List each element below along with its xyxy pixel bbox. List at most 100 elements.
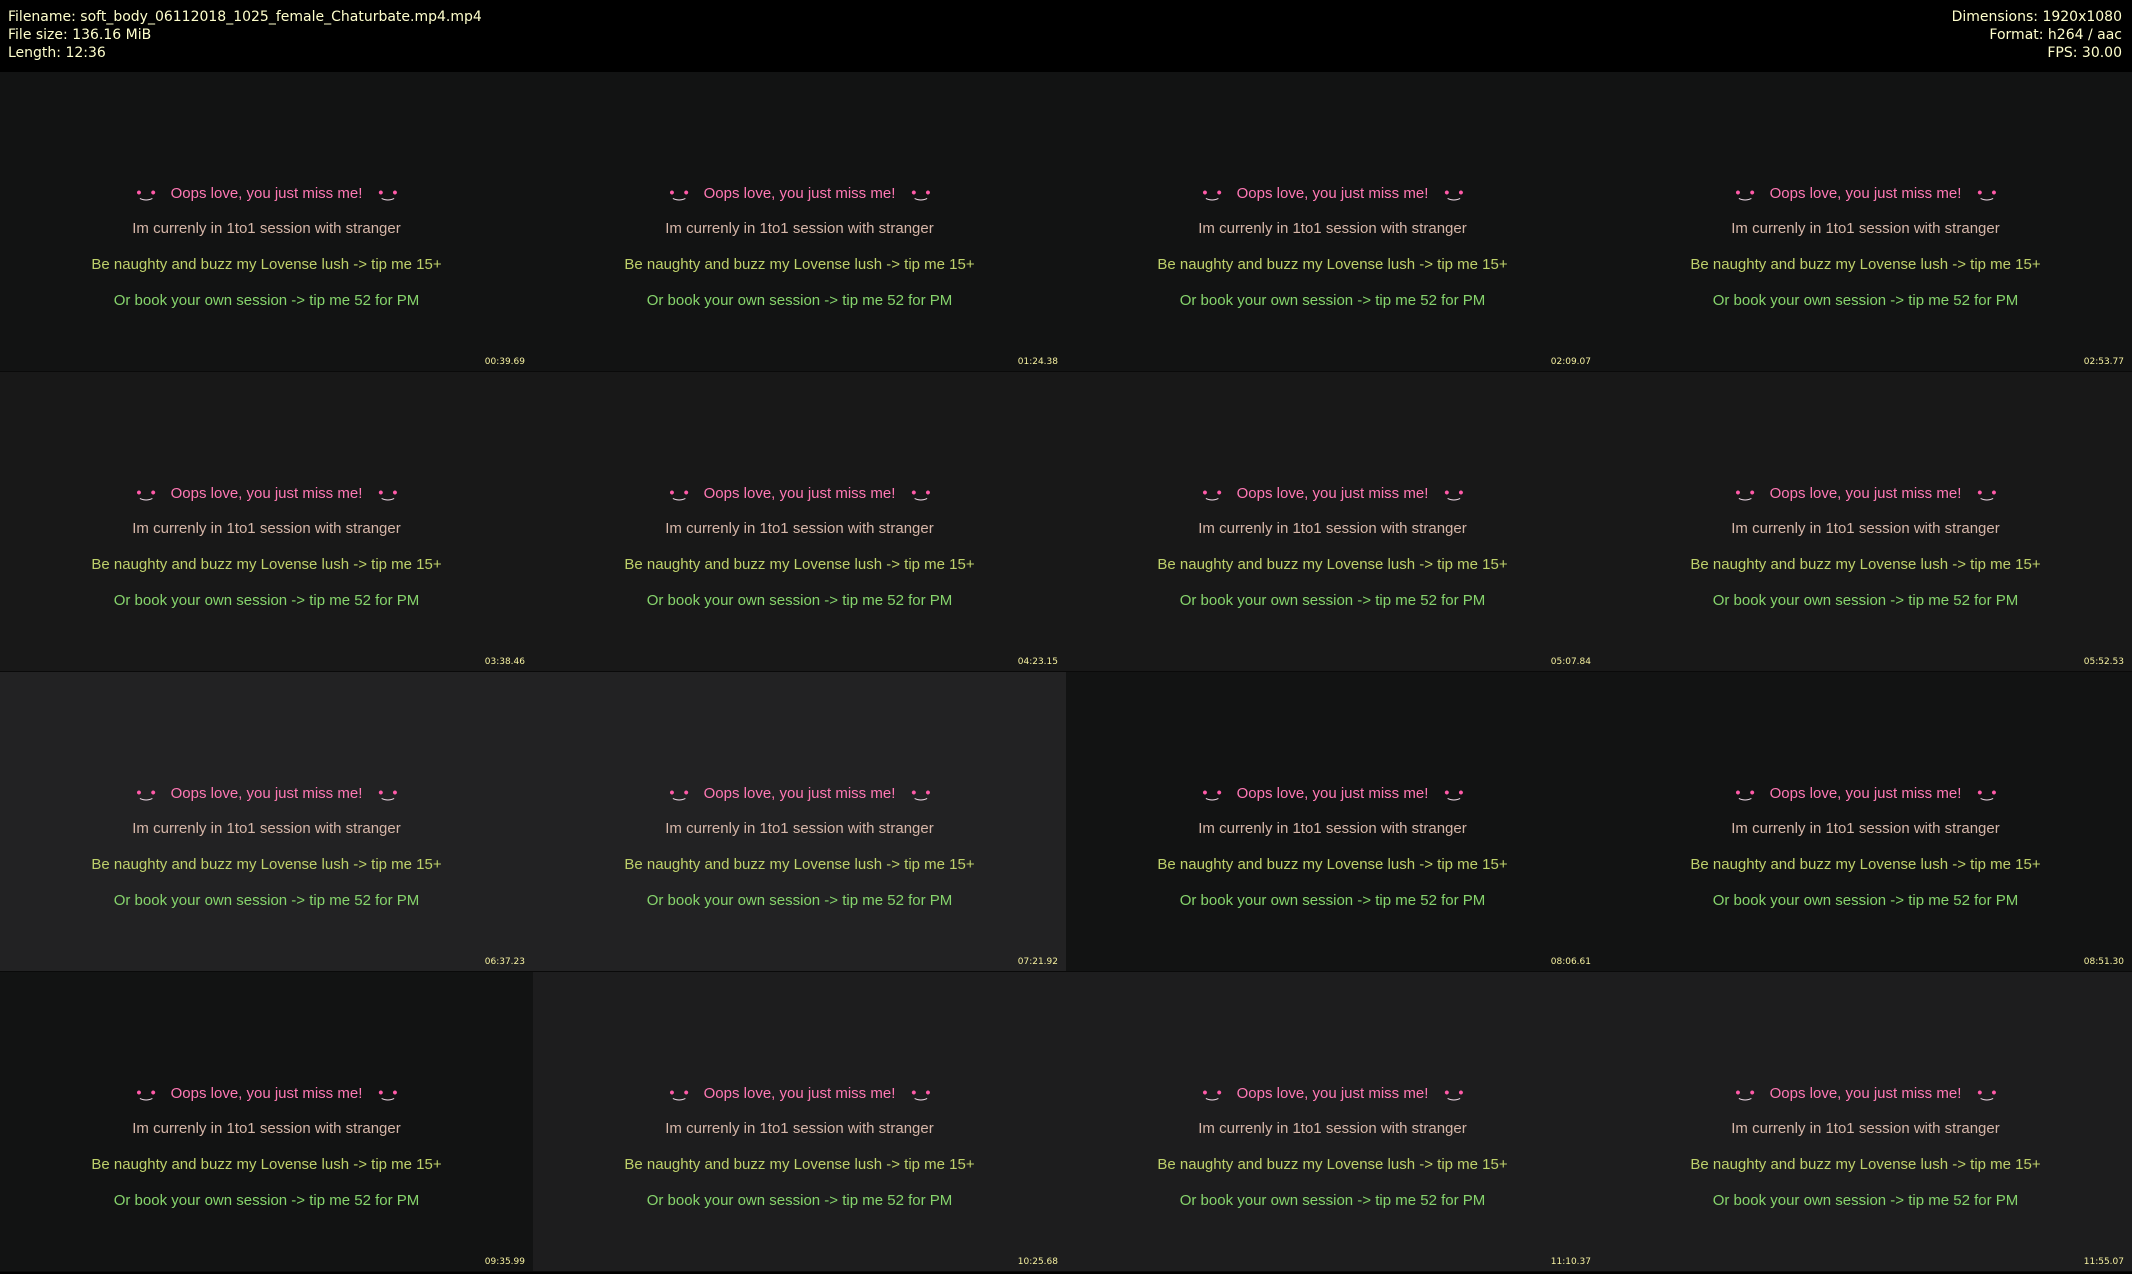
- video-thumbnail: •‿• Oops love, you just miss me! •‿• Im cu…: [533, 372, 1066, 672]
- message-line-4: Or book your own session -> tip me 52 fo…: [646, 592, 953, 609]
- blushing-face-icon: •‿•: [1444, 484, 1463, 500]
- message-line-1: •‿• Oops love, you just miss me! •‿•: [1599, 1075, 2132, 1111]
- message-line-2: Im currenly in 1to1 session with strange…: [1198, 520, 1467, 537]
- message-line-3: Be naughty and buzz my Lovense lush -> t…: [1690, 1156, 2041, 1173]
- message-line-3: Be naughty and buzz my Lovense lush -> t…: [1690, 556, 2041, 573]
- message-line-3: Be naughty and buzz my Lovense lush -> t…: [624, 856, 975, 873]
- message-line-4: Or book your own session -> tip me 52 fo…: [113, 1192, 420, 1209]
- fps-label: FPS: 30.00: [2047, 45, 2122, 61]
- offline-message: •‿• Oops love, you just miss me! •‿• Im cu…: [1066, 475, 1599, 619]
- message-line-2: Im currenly in 1to1 session with strange…: [1731, 520, 2000, 537]
- offline-message: •‿• Oops love, you just miss me! •‿• Im cu…: [0, 475, 533, 619]
- video-thumbnail: •‿• Oops love, you just miss me! •‿• Im cu…: [1599, 72, 2132, 372]
- message-line-2: Im currenly in 1to1 session with strange…: [1198, 220, 1467, 237]
- message-line-3: Be naughty and buzz my Lovense lush -> t…: [1690, 256, 2041, 273]
- message-line-3: Be naughty and buzz my Lovense lush -> t…: [91, 856, 442, 873]
- blushing-face-icon: •‿•: [1977, 184, 1996, 200]
- message-line-3: Be naughty and buzz my Lovense lush -> t…: [1157, 1156, 1508, 1173]
- blushing-face-icon: •‿•: [911, 1084, 930, 1100]
- message-line-3: Be naughty and buzz my Lovense lush -> t…: [1157, 856, 1508, 873]
- blushing-face-icon: •‿•: [669, 184, 689, 200]
- thumbnail-timestamp: 11:55.07: [2083, 1257, 2124, 1267]
- thumbnail-timestamp: 03:38.46: [484, 657, 525, 667]
- message-line-4: Or book your own session -> tip me 52 fo…: [646, 292, 953, 309]
- offline-message: •‿• Oops love, you just miss me! •‿• Im cu…: [1599, 475, 2132, 619]
- message-line-4: Or book your own session -> tip me 52 fo…: [1712, 1192, 2019, 1209]
- blushing-face-icon: •‿•: [378, 484, 397, 500]
- message-line-1-text: Oops love, you just miss me!: [1236, 485, 1429, 502]
- message-line-4: Or book your own session -> tip me 52 fo…: [646, 892, 953, 909]
- message-line-4: Or book your own session -> tip me 52 fo…: [1179, 892, 1486, 909]
- blushing-face-icon: •‿•: [1735, 784, 1755, 800]
- message-line-1-text: Oops love, you just miss me!: [703, 185, 896, 202]
- thumbnail-timestamp: 05:07.84: [1550, 657, 1591, 667]
- thumbnail-timestamp: 02:53.77: [2083, 357, 2124, 367]
- blushing-face-icon: •‿•: [378, 184, 397, 200]
- message-line-4: Or book your own session -> tip me 52 fo…: [1179, 592, 1486, 609]
- message-line-3: Be naughty and buzz my Lovense lush -> t…: [91, 256, 442, 273]
- message-line-4: Or book your own session -> tip me 52 fo…: [1712, 292, 2019, 309]
- message-line-2: Im currenly in 1to1 session with strange…: [1198, 1120, 1467, 1137]
- video-thumbnail: •‿• Oops love, you just miss me! •‿• Im cu…: [1066, 672, 1599, 972]
- message-line-4: Or book your own session -> tip me 52 fo…: [113, 292, 420, 309]
- message-line-3: Be naughty and buzz my Lovense lush -> t…: [1690, 856, 2041, 873]
- offline-message: •‿• Oops love, you just miss me! •‿• Im cu…: [1066, 775, 1599, 919]
- message-line-1-text: Oops love, you just miss me!: [170, 785, 363, 802]
- message-line-2: Im currenly in 1to1 session with strange…: [132, 1120, 401, 1137]
- video-thumbnail: •‿• Oops love, you just miss me! •‿• Im cu…: [1066, 972, 1599, 1272]
- message-line-2: Im currenly in 1to1 session with strange…: [132, 820, 401, 837]
- offline-message: •‿• Oops love, you just miss me! •‿• Im cu…: [0, 175, 533, 319]
- video-thumbnail: •‿• Oops love, you just miss me! •‿• Im cu…: [1599, 672, 2132, 972]
- blushing-face-icon: •‿•: [1977, 784, 1996, 800]
- video-thumbnail: •‿• Oops love, you just miss me! •‿• Im cu…: [533, 972, 1066, 1272]
- message-line-1: •‿• Oops love, you just miss me! •‿•: [0, 475, 533, 511]
- blushing-face-icon: •‿•: [911, 184, 930, 200]
- message-line-1-text: Oops love, you just miss me!: [170, 1085, 363, 1102]
- message-line-2: Im currenly in 1to1 session with strange…: [132, 520, 401, 537]
- message-line-1-text: Oops love, you just miss me!: [703, 1085, 896, 1102]
- message-line-4: Or book your own session -> tip me 52 fo…: [646, 1192, 953, 1209]
- message-line-2: Im currenly in 1to1 session with strange…: [665, 820, 934, 837]
- dimensions-label: Dimensions: 1920x1080: [1951, 9, 2122, 25]
- offline-message: •‿• Oops love, you just miss me! •‿• Im cu…: [0, 775, 533, 919]
- message-line-3: Be naughty and buzz my Lovense lush -> t…: [1157, 556, 1508, 573]
- offline-message: •‿• Oops love, you just miss me! •‿• Im cu…: [533, 475, 1066, 619]
- message-line-1-text: Oops love, you just miss me!: [1236, 185, 1429, 202]
- blushing-face-icon: •‿•: [1735, 184, 1755, 200]
- message-line-2: Im currenly in 1to1 session with strange…: [1731, 1120, 2000, 1137]
- contact-sheet-header: Filename: soft_body_06112018_1025_female…: [0, 0, 2132, 72]
- blushing-face-icon: •‿•: [1444, 1084, 1463, 1100]
- message-line-4: Or book your own session -> tip me 52 fo…: [1712, 592, 2019, 609]
- blushing-face-icon: •‿•: [378, 1084, 397, 1100]
- thumbnail-grid: •‿• Oops love, you just miss me! •‿• Im cu…: [0, 72, 2132, 1274]
- video-thumbnail: •‿• Oops love, you just miss me! •‿• Im cu…: [1599, 972, 2132, 1272]
- message-line-1-text: Oops love, you just miss me!: [703, 485, 896, 502]
- blushing-face-icon: •‿•: [1202, 184, 1222, 200]
- thumbnail-timestamp: 05:52.53: [2083, 657, 2124, 667]
- message-line-1: •‿• Oops love, you just miss me! •‿•: [533, 475, 1066, 511]
- message-line-3: Be naughty and buzz my Lovense lush -> t…: [91, 1156, 442, 1173]
- message-line-1-text: Oops love, you just miss me!: [703, 785, 896, 802]
- offline-message: •‿• Oops love, you just miss me! •‿• Im cu…: [1599, 175, 2132, 319]
- offline-message: •‿• Oops love, you just miss me! •‿• Im cu…: [1066, 1075, 1599, 1219]
- offline-message: •‿• Oops love, you just miss me! •‿• Im cu…: [0, 1075, 533, 1219]
- length-label: Length: 12:36: [8, 45, 106, 61]
- message-line-1-text: Oops love, you just miss me!: [1769, 485, 1962, 502]
- blushing-face-icon: •‿•: [1735, 1084, 1755, 1100]
- blushing-face-icon: •‿•: [1977, 1084, 1996, 1100]
- video-thumbnail: •‿• Oops love, you just miss me! •‿• Im cu…: [1066, 72, 1599, 372]
- message-line-1: •‿• Oops love, you just miss me! •‿•: [1599, 775, 2132, 811]
- message-line-1: •‿• Oops love, you just miss me! •‿•: [1066, 175, 1599, 211]
- thumbnail-timestamp: 04:23.15: [1017, 657, 1058, 667]
- message-line-1-text: Oops love, you just miss me!: [1236, 1085, 1429, 1102]
- blushing-face-icon: •‿•: [1202, 484, 1222, 500]
- message-line-3: Be naughty and buzz my Lovense lush -> t…: [91, 556, 442, 573]
- blushing-face-icon: •‿•: [1444, 784, 1463, 800]
- message-line-4: Or book your own session -> tip me 52 fo…: [113, 592, 420, 609]
- thumbnail-timestamp: 00:39.69: [484, 357, 525, 367]
- message-line-3: Be naughty and buzz my Lovense lush -> t…: [624, 256, 975, 273]
- message-line-1: •‿• Oops love, you just miss me! •‿•: [0, 775, 533, 811]
- message-line-1: •‿• Oops love, you just miss me! •‿•: [1066, 775, 1599, 811]
- format-label: Format: h264 / aac: [1989, 27, 2122, 43]
- thumbnail-timestamp: 02:09.07: [1550, 357, 1591, 367]
